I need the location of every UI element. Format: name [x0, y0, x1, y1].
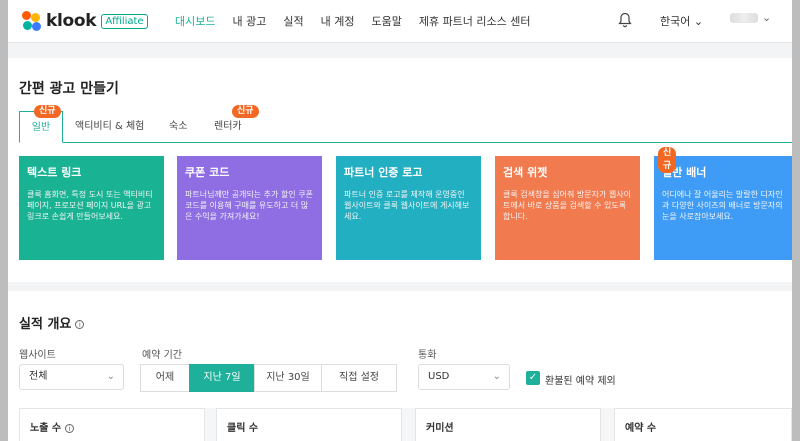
- main-menu: 대시보드 내 광고 실적 내 계정 도움말 제휴 파트너 리소스 센터: [175, 13, 548, 29]
- card-partner-logo[interactable]: 파트너 인증 로고 파트너 인증 로고를 제작해 운영중인 웹사이트와 클룩 웹…: [336, 156, 481, 260]
- section-title: 간편 광고 만들기: [19, 81, 119, 97]
- bell-icon[interactable]: [618, 12, 632, 32]
- top-navbar: klook Affiliate 대시보드 내 광고 실적 내 계정 도움말 제휴…: [8, 0, 792, 43]
- card-text-link[interactable]: 텍스트 링크 클룩 홈화면, 특정 도시 또는 액티비티 페이지, 프로모션 페…: [19, 156, 164, 260]
- klook-logo[interactable]: klook Affiliate: [22, 11, 148, 31]
- chevron-down-icon: ⌄: [106, 371, 115, 382]
- card-title: 쿠폰 코드: [185, 166, 230, 179]
- performance-title: 실적 개요: [19, 317, 72, 332]
- website-select[interactable]: 전체 ⌄: [19, 364, 124, 390]
- info-icon[interactable]: i: [65, 423, 75, 433]
- new-badge: 신규: [658, 147, 677, 173]
- period-label: 예약 기간: [142, 350, 182, 361]
- exclude-refunds-checkbox[interactable]: ✓: [526, 371, 540, 385]
- menu-item-partner-resources[interactable]: 제휴 파트너 리소스 센터: [419, 13, 531, 29]
- card-title: 텍스트 링크: [27, 166, 82, 179]
- card-general-banner[interactable]: 일반 배너 어디에나 잘 어울리는 발랄한 디자인과 다양한 사이즈의 배너로 …: [654, 156, 792, 260]
- language-label: 한국어: [660, 15, 691, 28]
- currency-label: 통화: [418, 350, 437, 361]
- website-label: 웹사이트: [19, 350, 56, 361]
- exclude-refunds-label[interactable]: 환불된 예약 제외: [545, 372, 616, 387]
- card-description: 클룩 검색창을 심어줘 방문자가 웹사이트에서 바로 상품을 검색할 수 있도록…: [503, 190, 631, 221]
- card-description: 파트너 인증 로고를 제작해 운영중인 웹사이트와 클룩 웹사이트에 게시해보세…: [344, 190, 470, 221]
- chevron-down-icon[interactable]: ⌄: [762, 11, 771, 24]
- menu-item-help[interactable]: 도움말: [371, 13, 401, 29]
- period-option-custom[interactable]: 직접 설정: [321, 364, 397, 392]
- logo-text: klook: [46, 11, 97, 31]
- quick-ad-section: 간편 광고 만들기 일반 액티비티 & 체험 숙소 렌터카 신규 신규 텍스트 …: [8, 58, 792, 282]
- performance-section: 실적 개요 i 웹사이트 전체 ⌄ 예약 기간 어제 지난 7일 지난 30일 직…: [8, 291, 792, 441]
- new-badge: 신규: [34, 105, 61, 118]
- chevron-down-icon: ⌄: [492, 371, 501, 382]
- card-search-widget[interactable]: 검색 위젯 클룩 검색창을 심어줘 방문자가 웹사이트에서 바로 상품을 검색할…: [495, 156, 640, 260]
- ad-type-tabs: 일반 액티비티 & 체험 숙소 렌터카 신규 신규: [19, 105, 792, 143]
- card-title: 일반 배너: [662, 166, 707, 179]
- menu-item-my-ads[interactable]: 내 광고: [232, 13, 266, 29]
- website-value: 전체: [29, 371, 48, 382]
- card-title: 검색 위젯: [503, 166, 548, 179]
- stat-bookings: 예약 수: [614, 408, 792, 441]
- menu-item-dashboard[interactable]: 대시보드: [175, 13, 215, 29]
- section-title: 실적 개요 i: [19, 313, 85, 332]
- chevron-down-icon: ⌄: [693, 15, 704, 28]
- tab-hotels[interactable]: 숙소: [169, 111, 187, 143]
- user-avatar[interactable]: [730, 13, 758, 23]
- language-selector[interactable]: 한국어 ⌄: [660, 13, 703, 29]
- menu-item-performance[interactable]: 실적: [283, 13, 303, 29]
- menu-item-my-account[interactable]: 내 계정: [321, 13, 355, 29]
- card-description: 클룩 홈화면, 특정 도시 또는 액티비티 페이지, 프로모션 페이지 URL을…: [27, 190, 153, 221]
- info-icon[interactable]: i: [75, 320, 85, 329]
- card-title: 파트너 인증 로고: [344, 166, 423, 179]
- stats-row: 노출 수i 클릭 수 커미션 예약 수: [19, 408, 792, 441]
- stat-label: 노출 수: [30, 423, 62, 434]
- card-description: 어디에나 잘 어울리는 발랄한 디자인과 다양한 사이즈의 배너로 방문자의 눈…: [662, 190, 783, 221]
- period-segmented-control: 어제 지난 7일 지난 30일 직접 설정: [140, 364, 397, 392]
- app-frame: klook Affiliate 대시보드 내 광고 실적 내 계정 도움말 제휴…: [8, 0, 792, 441]
- stat-impressions: 노출 수i: [19, 408, 205, 441]
- affiliate-badge: Affiliate: [101, 13, 148, 29]
- currency-select[interactable]: USD ⌄: [418, 364, 510, 390]
- period-option-30-days[interactable]: 지난 30일: [254, 364, 322, 392]
- period-option-yesterday[interactable]: 어제: [140, 364, 190, 392]
- stat-commission: 커미션: [415, 408, 601, 441]
- currency-value: USD: [428, 371, 450, 382]
- klook-logo-icon: [22, 11, 42, 31]
- new-badge: 신규: [232, 105, 259, 118]
- period-option-7-days[interactable]: 지난 7일: [189, 364, 255, 392]
- tab-activities[interactable]: 액티비티 & 체험: [75, 111, 144, 143]
- card-coupon-code[interactable]: 쿠폰 코드 파트너님께만 공개되는 추가 할인 쿠폰 코드를 이용해 구매를 유…: [177, 156, 322, 260]
- stat-clicks: 클릭 수: [216, 408, 402, 441]
- card-description: 파트너님께만 공개되는 추가 할인 쿠폰 코드를 이용해 구매를 유도하고 더 …: [185, 190, 313, 221]
